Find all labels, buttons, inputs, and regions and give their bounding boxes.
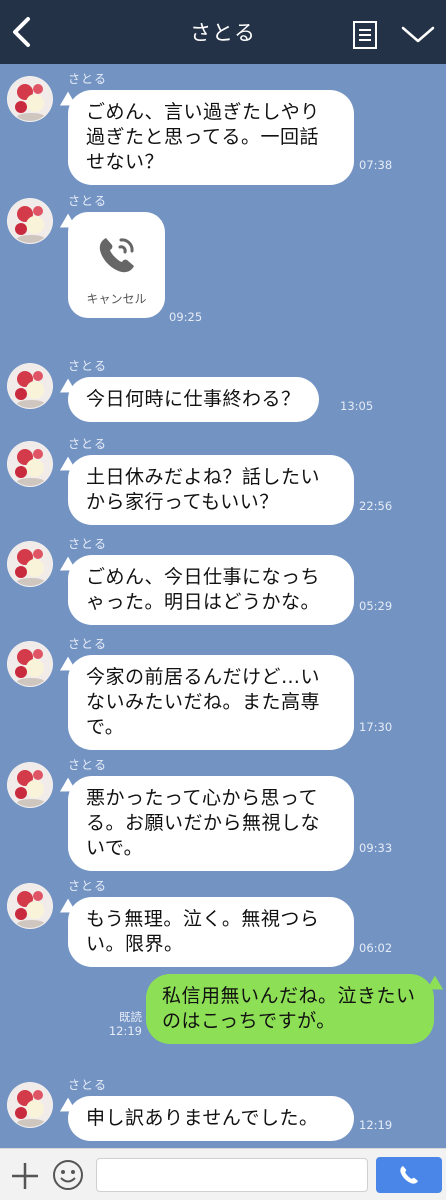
avatar[interactable] <box>7 363 53 409</box>
message-bubble[interactable]: 今家の前居るんだけど…いないみたいだね。また高専で。 <box>68 655 354 750</box>
send-button[interactable] <box>376 1157 442 1193</box>
message-bubble[interactable]: ごめん、言い過ぎたしやり過ぎたと思ってる。一回話せない？ <box>68 90 354 185</box>
chat-header: さとる <box>0 0 446 64</box>
sender-name: さとる <box>68 879 108 893</box>
message-time: 12:19 <box>108 1024 142 1038</box>
emoji-icon[interactable] <box>52 1159 84 1191</box>
chat-title: さとる <box>190 21 256 45</box>
input-bar <box>0 1148 446 1200</box>
avatar[interactable] <box>7 641 53 687</box>
avatar[interactable] <box>7 541 53 587</box>
message-time: 22:56 <box>359 499 393 513</box>
message-bubble[interactable]: 今日何時に仕事終わる？ <box>68 377 319 422</box>
message-time: 13:05 <box>340 399 374 413</box>
sender-name: さとる <box>68 359 108 373</box>
message-time: 07:38 <box>359 158 393 172</box>
message-bubble[interactable]: 申し訳ありませんでした。 <box>68 1096 354 1141</box>
sender-name: さとる <box>68 537 108 551</box>
sender-name: さとる <box>68 758 108 772</box>
message-time: 09:33 <box>359 841 393 855</box>
sender-name: さとる <box>68 637 108 651</box>
chevron-down-icon[interactable] <box>400 24 436 46</box>
message-bubble[interactable]: もう無理。泣く。無視つらい。限界。 <box>68 897 354 967</box>
phone-send-icon <box>400 1166 418 1184</box>
message-bubble[interactable]: 悪かったって心から思ってる。お願いだから無視しないで。 <box>68 776 354 871</box>
message-time: 09:25 <box>169 310 203 324</box>
phone-icon <box>99 238 134 273</box>
message-time: 05:29 <box>359 599 393 613</box>
notes-icon[interactable] <box>352 20 378 50</box>
sender-name: さとる <box>68 1078 108 1092</box>
read-receipt: 既読 12:19 <box>108 1010 142 1038</box>
call-status: キャンセル <box>86 292 147 306</box>
message-time: 12:19 <box>359 1118 393 1132</box>
sender-name: さとる <box>68 437 108 451</box>
call-bubble[interactable]: キャンセル <box>68 212 165 318</box>
plus-icon[interactable] <box>10 1161 40 1191</box>
read-label: 既読 <box>119 1010 142 1024</box>
message-time: 17:30 <box>359 720 393 734</box>
message-bubble[interactable]: 土日休みだよね？話したいから家行ってもいい？ <box>68 455 354 525</box>
avatar[interactable] <box>7 441 53 487</box>
avatar[interactable] <box>7 76 53 122</box>
message-bubble[interactable]: ごめん、今日仕事になっちゃった。明日はどうかな。 <box>68 555 354 625</box>
avatar[interactable] <box>7 1082 53 1128</box>
sender-name: さとる <box>68 194 108 208</box>
sender-name: さとる <box>68 72 108 86</box>
my-message-bubble[interactable]: 私信用無いんだね。泣きたいのはこっちですが。 <box>146 974 434 1044</box>
avatar[interactable] <box>7 883 53 929</box>
message-time: 06:02 <box>359 941 393 955</box>
avatar[interactable] <box>7 198 53 244</box>
avatar[interactable] <box>7 762 53 808</box>
message-input[interactable] <box>96 1158 368 1192</box>
